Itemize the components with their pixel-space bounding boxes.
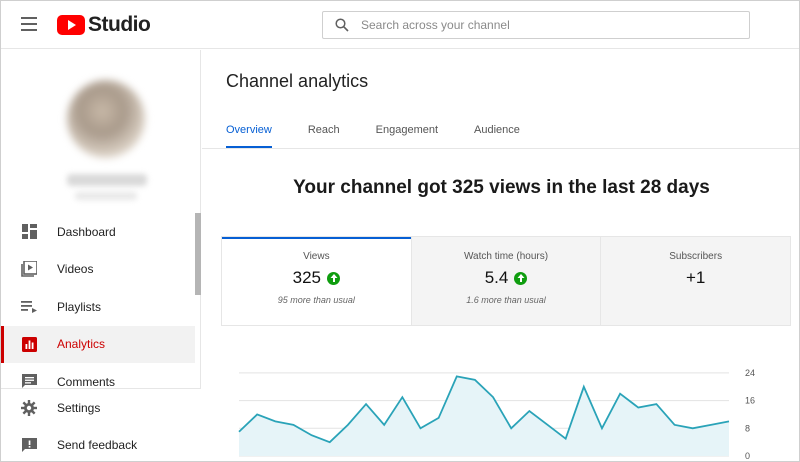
data-point[interactable] (382, 423, 386, 427)
top-bar: Studio (1, 1, 799, 49)
videos-icon (21, 261, 37, 278)
studio-logo[interactable]: Studio (57, 13, 151, 37)
data-point[interactable] (437, 416, 441, 420)
data-point[interactable] (400, 395, 404, 399)
metric-label: Subscribers (669, 251, 723, 262)
data-point[interactable] (709, 423, 713, 427)
summary-headline: Your channel got 325 views in the last 2… (293, 177, 710, 198)
studio-window: Studio Dashboard Videos (0, 0, 800, 462)
tab-reach[interactable]: Reach (308, 116, 340, 148)
menu-icon[interactable] (21, 17, 37, 31)
playlists-icon (21, 299, 37, 315)
sidebar-item-label: Dashboard (57, 224, 116, 239)
sidebar-item-label: Playlists (57, 299, 102, 314)
trend-up-icon (514, 271, 528, 285)
dashboard-icon (21, 224, 37, 240)
data-point[interactable] (237, 430, 241, 434)
data-point[interactable] (418, 426, 422, 430)
data-point[interactable] (255, 412, 259, 416)
data-point[interactable] (654, 402, 658, 406)
data-point[interactable] (546, 423, 550, 427)
search-icon[interactable] (323, 12, 361, 38)
search-input[interactable] (361, 18, 749, 32)
sidebar-item-send-feedback[interactable]: Send feedback (1, 427, 201, 462)
sidebar-item-label: Settings (57, 400, 101, 415)
sidebar-item-label: Videos (57, 262, 94, 277)
data-point[interactable] (727, 419, 731, 423)
sidebar-footer: Settings Send feedback (1, 388, 201, 462)
tab-overview[interactable]: Overview (226, 116, 272, 148)
logo-text: Studio (88, 13, 151, 36)
data-point[interactable] (582, 385, 586, 389)
metric-label: Watch time (hours) (463, 251, 549, 262)
y-tick-label: 8 (745, 423, 750, 433)
y-tick-label: 0 (745, 451, 750, 461)
metric-card-subscribers[interactable]: Subscribers +1 (600, 237, 791, 325)
metric-cards: Views 325 95 more than usual Watch time … (221, 236, 791, 326)
data-point[interactable] (691, 426, 695, 430)
tabs-divider (202, 148, 799, 149)
search-box[interactable] (322, 11, 750, 39)
data-point[interactable] (364, 402, 368, 406)
analytics-tabs: Overview Reach Engagement Audience (226, 116, 556, 148)
metric-value: 325 (292, 268, 322, 287)
metric-label: Views (303, 251, 330, 262)
sidebar-item-analytics[interactable]: Analytics (1, 325, 195, 363)
data-point[interactable] (564, 437, 568, 441)
metric-value: 5.4 (484, 268, 509, 287)
sidebar-item-videos[interactable]: Videos (1, 251, 195, 289)
y-tick-label: 24 (745, 368, 755, 378)
sidebar-item-dashboard[interactable]: Dashboard (1, 213, 195, 251)
data-point[interactable] (636, 406, 640, 410)
channel-subtitle-redacted (75, 192, 137, 200)
data-point[interactable] (491, 395, 495, 399)
data-point[interactable] (455, 374, 459, 378)
sidebar-item-settings[interactable]: Settings (1, 389, 201, 427)
data-point[interactable] (310, 433, 314, 437)
tab-engagement[interactable]: Engagement (376, 116, 438, 148)
metric-note: 1.6 more than usual (466, 295, 546, 305)
metric-card-watch-time[interactable]: Watch time (hours) 5.4 1.6 more than usu… (410, 237, 601, 325)
views-chart[interactable]: 0 8 16 24 (221, 350, 791, 462)
feedback-icon (21, 437, 37, 453)
channel-name-redacted (67, 174, 147, 186)
metric-value-row: +1 (601, 268, 790, 288)
data-point[interactable] (527, 409, 531, 413)
sidebar-nav: Dashboard Videos Playlists Analytics Com… (1, 213, 195, 401)
channel-avatar[interactable] (67, 80, 145, 158)
trend-up-icon (327, 271, 341, 285)
youtube-play-icon (57, 15, 85, 35)
sidebar-item-playlists[interactable]: Playlists (1, 288, 195, 326)
metric-card-views[interactable]: Views 325 95 more than usual (222, 237, 411, 325)
data-point[interactable] (673, 423, 677, 427)
data-point[interactable] (618, 392, 622, 396)
metric-value: +1 (685, 268, 706, 287)
data-point[interactable] (346, 423, 350, 427)
main-content: Channel analytics Overview Reach Engagem… (202, 50, 799, 462)
gear-icon (21, 399, 37, 416)
data-point[interactable] (473, 378, 477, 382)
analytics-icon (21, 336, 37, 352)
y-tick-label: 16 (745, 396, 755, 406)
metric-note: 95 more than usual (277, 295, 355, 305)
sidebar: Dashboard Videos Playlists Analytics Com… (1, 50, 201, 462)
data-point[interactable] (273, 419, 277, 423)
metric-value-row: 5.4 (412, 268, 601, 288)
data-point[interactable] (509, 426, 513, 430)
sidebar-item-label: Comments (57, 374, 116, 389)
sidebar-item-label: Analytics (57, 337, 106, 352)
metric-value-row: 325 (222, 268, 411, 288)
data-point[interactable] (328, 440, 332, 444)
data-point[interactable] (291, 423, 295, 427)
data-point[interactable] (600, 426, 604, 430)
sidebar-item-label: Send feedback (57, 438, 138, 453)
page-title: Channel analytics (226, 71, 369, 91)
sidebar-scrollbar[interactable] (195, 213, 201, 295)
tab-audience[interactable]: Audience (474, 116, 520, 148)
